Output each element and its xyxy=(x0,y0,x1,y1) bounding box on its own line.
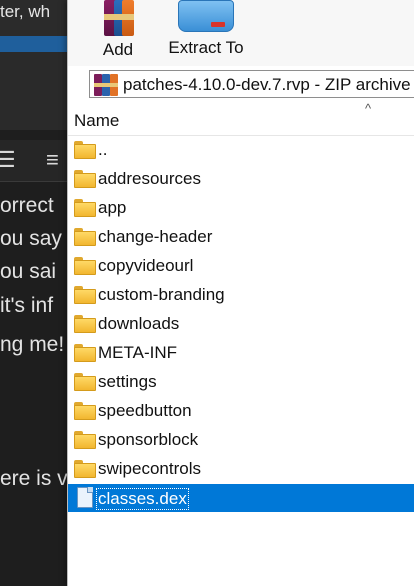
list-item-name: copyvideourl xyxy=(98,256,194,275)
list-item-name: META-INF xyxy=(98,343,178,362)
rar-archive-icon xyxy=(94,74,118,96)
add-button[interactable]: Add xyxy=(90,0,146,60)
list-item-name: addresources xyxy=(98,169,202,188)
list-item-name: custom-branding xyxy=(98,285,225,304)
file-list-empty-area[interactable] xyxy=(68,512,414,586)
list-item-name: speedbutton xyxy=(98,401,192,420)
column-header-name[interactable]: ^ Name xyxy=(68,102,414,136)
background-text-line: ou say xyxy=(0,227,62,250)
list-item-name: app xyxy=(98,198,127,217)
list-item[interactable]: settings xyxy=(68,368,414,397)
folder-icon xyxy=(74,373,96,391)
list-item[interactable]: custom-branding xyxy=(68,281,414,310)
folder-icon xyxy=(74,402,96,420)
folder-icon xyxy=(74,460,96,478)
archive-window: Add Extract To patches-4.10.0-dev.7.rvp … xyxy=(67,0,414,586)
background-text-line: ere is v xyxy=(0,467,68,490)
background-top-bar: ter, wh xyxy=(0,0,70,36)
list-item[interactable]: speedbutton xyxy=(68,397,414,426)
folder-icon xyxy=(74,199,96,217)
extract-to-button[interactable]: Extract To xyxy=(160,0,252,58)
list-item[interactable]: sponsorblock xyxy=(68,426,414,455)
list-item-name: change-header xyxy=(98,227,213,246)
list-item-name: sponsorblock xyxy=(98,430,199,449)
list-item-name: downloads xyxy=(98,314,180,333)
column-header-label: Name xyxy=(74,111,120,130)
list-item-selected[interactable]: classes.dex xyxy=(68,484,414,513)
list-item[interactable]: app xyxy=(68,194,414,223)
background-accent-stripe xyxy=(0,36,70,52)
file-list: .. addresources app change-header copyvi… xyxy=(68,136,414,513)
list-item-name: swipecontrols xyxy=(98,459,201,478)
folder-icon xyxy=(74,344,96,362)
list-item[interactable]: downloads xyxy=(68,310,414,339)
background-format-toolbar: ☰ ≡ xyxy=(0,140,70,182)
list-item[interactable]: copyvideourl xyxy=(68,252,414,281)
folder-icon xyxy=(74,315,96,333)
address-path: patches-4.10.0-dev.7.rvp - ZIP archive xyxy=(123,75,411,94)
numbered-list-icon[interactable]: ≡ xyxy=(46,149,59,171)
add-button-label: Add xyxy=(102,40,134,59)
folder-icon xyxy=(74,228,96,246)
list-item[interactable]: META-INF xyxy=(68,339,414,368)
list-item-name: settings xyxy=(98,372,157,391)
background-text-line: it's inf xyxy=(0,294,54,317)
background-text-line: ou sai xyxy=(0,260,57,283)
list-item[interactable]: change-header xyxy=(68,223,414,252)
folder-icon xyxy=(74,286,96,304)
address-bar[interactable]: patches-4.10.0-dev.7.rvp - ZIP archive xyxy=(89,70,414,98)
sort-ascending-icon: ^ xyxy=(365,101,372,116)
list-item[interactable]: addresources xyxy=(68,165,414,194)
list-item[interactable]: swipecontrols xyxy=(68,455,414,484)
archive-toolbar: Add Extract To xyxy=(68,0,414,66)
extract-to-button-label: Extract To xyxy=(168,38,244,57)
background-editor-window: ter, wh ☰ ≡ orrect ou say ou sai it's in… xyxy=(0,0,70,586)
background-text-line: orrect xyxy=(0,194,54,217)
folder-icon xyxy=(74,170,96,188)
list-item-name: .. xyxy=(98,140,108,159)
folder-icon xyxy=(74,141,96,159)
folder-icon xyxy=(74,257,96,275)
extract-folder-icon xyxy=(178,0,234,34)
list-item-name: classes.dex xyxy=(96,488,189,510)
folder-icon xyxy=(74,431,96,449)
background-text-line: ng me! xyxy=(0,333,65,356)
background-panel xyxy=(0,52,70,130)
bulleted-list-icon[interactable]: ☰ xyxy=(0,149,16,171)
add-archive-icon xyxy=(98,0,138,36)
file-icon xyxy=(74,487,96,508)
list-item[interactable]: .. xyxy=(68,136,414,165)
background-top-text: ter, wh xyxy=(0,2,51,21)
